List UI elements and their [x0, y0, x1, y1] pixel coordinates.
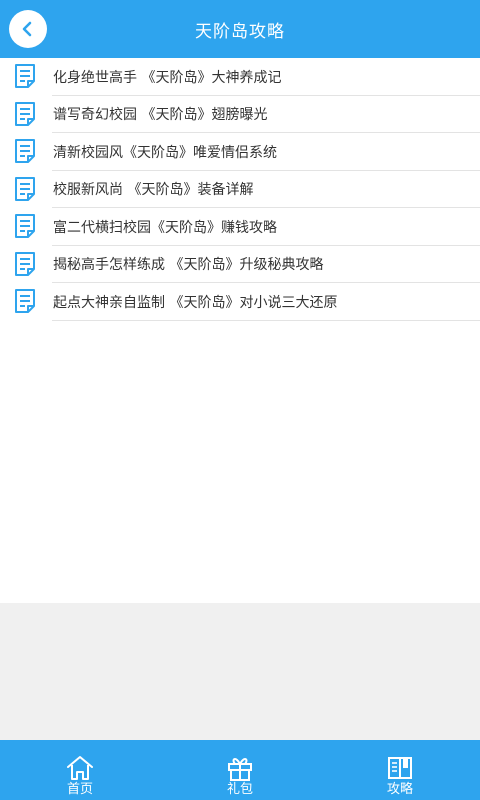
- article-item[interactable]: 揭秘高手怎样练成 《天阶岛》升级秘典攻略: [0, 246, 480, 284]
- article-title: 富二代横扫校园《天阶岛》赚钱攻略: [53, 219, 277, 236]
- tab-guide-label: 攻略: [386, 782, 413, 797]
- article-title: 揭秘高手怎样练成 《天阶岛》升级秘典攻略: [53, 257, 324, 274]
- article-title: 起点大神亲自监制 《天阶岛》对小说三大还原: [53, 294, 338, 311]
- article-list: 化身绝世高手 《天阶岛》大神养成记 谱写奇幻校园 《天阶岛》翅膀曝光 清新校园风《天…: [0, 58, 480, 321]
- book-icon: [388, 757, 412, 779]
- bottom-tab-bar: 首页 礼包 攻略: [0, 740, 480, 800]
- gift-icon: [228, 758, 252, 781]
- document-icon: [15, 101, 35, 126]
- tab-guide[interactable]: 攻略: [320, 740, 480, 800]
- app-header: 天阶岛攻略: [0, 0, 480, 58]
- article-list-panel: 化身绝世高手 《天阶岛》大神养成记 谱写奇幻校园 《天阶岛》翅膀曝光 清新校园风《天…: [0, 58, 480, 603]
- document-icon: [15, 214, 35, 238]
- article-item[interactable]: 起点大神亲自监制 《天阶岛》对小说三大还原: [0, 283, 480, 321]
- article-item[interactable]: 谱写奇幻校园 《天阶岛》翅膀曝光: [0, 96, 480, 134]
- article-title: 化身绝世高手 《天阶岛》大神养成记: [53, 69, 282, 86]
- tab-gift-label: 礼包: [226, 782, 253, 797]
- article-item[interactable]: 校服新风尚 《天阶岛》装备详解: [0, 171, 480, 209]
- article-title: 谱写奇幻校园 《天阶岛》翅膀曝光: [53, 107, 268, 124]
- document-icon: [15, 251, 35, 276]
- document-icon: [15, 64, 35, 88]
- article-title: 清新校园风《天阶岛》唯爱情侣系统: [53, 144, 277, 161]
- article-item[interactable]: 化身绝世高手 《天阶岛》大神养成记: [0, 58, 480, 96]
- back-button[interactable]: [9, 10, 47, 48]
- article-title: 校服新风尚 《天阶岛》装备详解: [53, 182, 254, 199]
- tab-gift[interactable]: 礼包: [160, 740, 320, 800]
- chevron-left-icon: [22, 21, 32, 37]
- home-icon: [67, 756, 93, 780]
- document-icon: [15, 139, 35, 163]
- document-icon: [15, 289, 35, 313]
- document-icon: [15, 176, 35, 201]
- page-title: 天阶岛攻略: [195, 21, 285, 42]
- tab-home[interactable]: 首页: [0, 740, 160, 800]
- article-item[interactable]: 清新校园风《天阶岛》唯爱情侣系统: [0, 133, 480, 171]
- tab-home-label: 首页: [66, 782, 93, 797]
- article-item[interactable]: 富二代横扫校园《天阶岛》赚钱攻略: [0, 208, 480, 246]
